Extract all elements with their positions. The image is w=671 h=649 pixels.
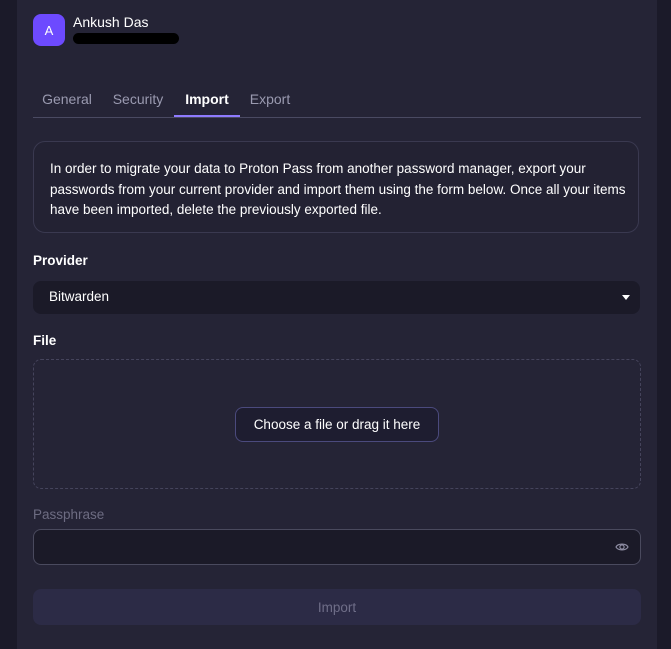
provider-select[interactable]: Bitwarden [33,281,640,314]
app-window: A Ankush Das General Security Import Exp… [0,0,671,649]
avatar: A [33,14,65,46]
file-label: File [33,333,57,348]
choose-file-button[interactable]: Choose a file or drag it here [235,407,439,442]
profile-name: Ankush Das [73,14,149,30]
passphrase-field [33,529,641,565]
provider-label: Provider [33,253,88,268]
file-dropzone[interactable]: Choose a file or drag it here [33,359,641,489]
import-info-text: In order to migrate your data to Proton … [50,161,626,217]
eye-icon[interactable] [615,541,629,553]
passphrase-label: Passphrase [33,507,105,522]
import-info-box: In order to migrate your data to Proton … [33,141,639,233]
caret-down-icon [622,295,630,300]
tab-import[interactable]: Import [174,81,240,117]
email-redaction [73,33,179,44]
settings-content: A Ankush Das General Security Import Exp… [33,0,641,649]
tab-general[interactable]: General [33,81,101,116]
settings-tabs: General Security Import Export [33,81,641,118]
import-button[interactable]: Import [33,589,641,625]
tab-security[interactable]: Security [103,81,173,116]
tab-export[interactable]: Export [242,81,298,116]
provider-select-value: Bitwarden [49,289,110,304]
user-profile: A Ankush Das [33,13,433,47]
settings-panel: A Ankush Das General Security Import Exp… [17,0,657,649]
passphrase-input[interactable] [46,536,610,560]
